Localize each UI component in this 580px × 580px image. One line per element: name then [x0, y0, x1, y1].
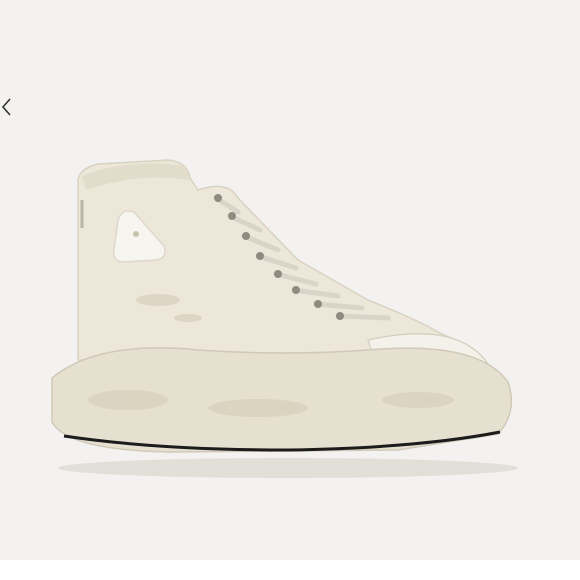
image-bottom-margin: [0, 560, 580, 580]
high-top-sneaker-image: [51, 159, 518, 478]
image-viewer: [0, 0, 580, 580]
product-image-frame: [0, 0, 580, 560]
previous-image-button[interactable]: [0, 92, 14, 122]
chevron-left-icon: [1, 98, 11, 116]
